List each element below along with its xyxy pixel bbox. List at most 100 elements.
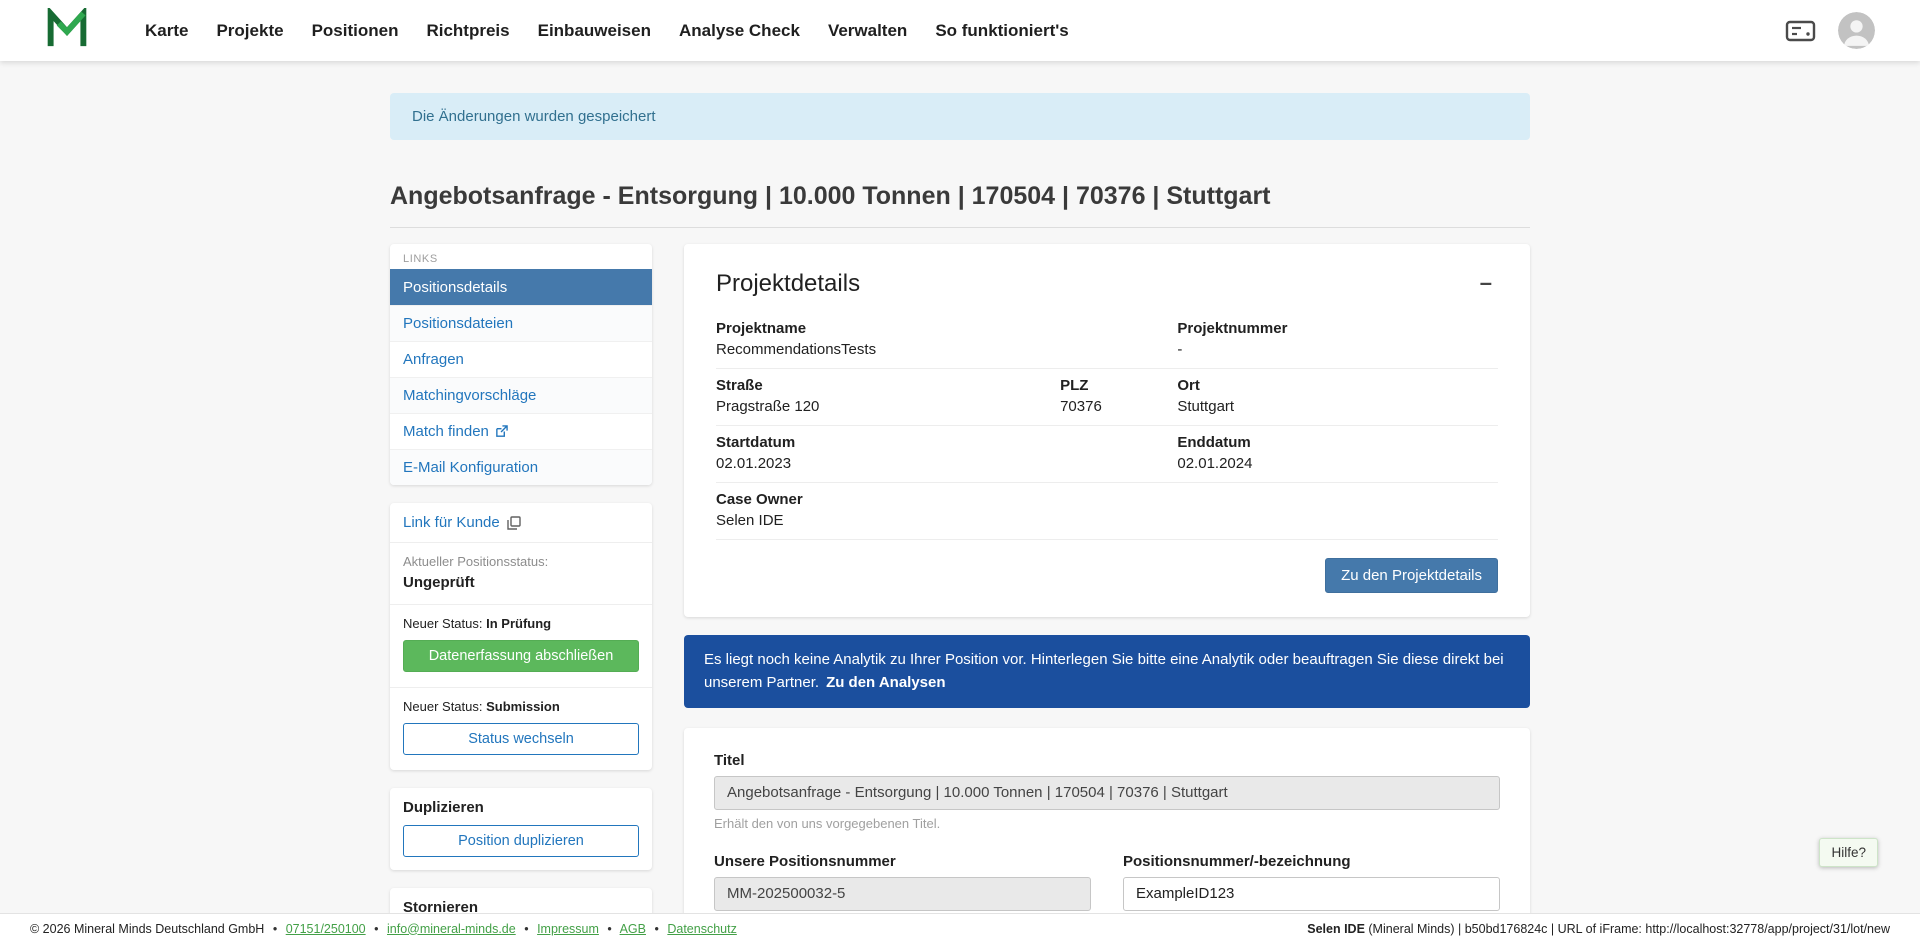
position-form-card: Titel Erhält den von uns vorgegebenen Ti… [684, 728, 1530, 914]
footer-separator: • [524, 922, 528, 936]
plz-value: 70376 [1060, 398, 1177, 416]
ort-label: Ort [1177, 377, 1498, 395]
top-navbar: Karte Projekte Positionen Richtpreis Ein… [0, 0, 1920, 61]
cancel-title: Stornieren [403, 899, 639, 913]
enddatum-value: 02.01.2024 [1177, 455, 1498, 473]
sidebar-item-matchingvorschlaege[interactable]: Matchingvorschläge [390, 377, 652, 413]
switch-status-button[interactable]: Status wechseln [403, 723, 639, 755]
saved-alert: Die Änderungen wurden gespeichert [390, 93, 1530, 140]
case-owner-label: Case Owner [716, 491, 1177, 509]
project-row-owner: Case Owner Selen IDE [716, 483, 1498, 540]
nav-item-verwalten[interactable]: Verwalten [814, 0, 921, 61]
footer: © 2026 Mineral Minds Deutschland GmbH • … [0, 913, 1920, 943]
cancel-card: Stornieren Stornieren▾ [390, 888, 652, 913]
nav-item-so-funktionierts[interactable]: So funktioniert's [921, 0, 1082, 61]
main-content: Projektdetails – Projektname Recommendat… [684, 244, 1530, 913]
posnr-input [714, 877, 1091, 911]
titel-label: Titel [714, 752, 1500, 769]
sidebar-item-email-konfiguration[interactable]: E-Mail Konfiguration [390, 449, 652, 485]
nav-item-positionen[interactable]: Positionen [298, 0, 413, 61]
external-link-icon [495, 425, 508, 438]
footer-separator: • [607, 922, 611, 936]
projektname-label: Projektname [716, 320, 1177, 338]
help-button[interactable]: Hilfe? [1819, 838, 1878, 867]
sidebar-item-positionsdateien[interactable]: Positionsdateien [390, 305, 652, 341]
mineral-minds-logo[interactable] [45, 8, 89, 53]
nav-item-richtpreis[interactable]: Richtpreis [412, 0, 523, 61]
next-status-label-2: Neuer Status: [403, 699, 486, 714]
footer-link-impressum[interactable]: Impressum [537, 922, 599, 936]
projektname-value: RecommendationsTests [716, 341, 1177, 359]
analytics-banner-text: Es liegt noch keine Analytik zu Ihrer Po… [704, 651, 1504, 691]
projektnummer-value: - [1177, 341, 1498, 359]
sidebar: LINKS Positionsdetails Positionsdateien … [390, 244, 652, 913]
footer-link-datenschutz[interactable]: Datenschutz [667, 922, 736, 936]
plz-label: PLZ [1060, 377, 1177, 395]
next-status-block-1: Neuer Status: In Prüfung Datenerfassung … [390, 605, 652, 688]
startdatum-label: Startdatum [716, 434, 1177, 452]
footer-link-email[interactable]: info@mineral-minds.de [387, 922, 516, 936]
title-divider [390, 227, 1530, 228]
footer-link-agb[interactable]: AGB [620, 922, 646, 936]
footer-user: Selen IDE [1307, 922, 1365, 936]
extnr-label: Positionsnummer/-bezeichnung [1123, 853, 1500, 870]
duplicate-card: Duplizieren Position duplizieren [390, 788, 652, 870]
links-header: LINKS [390, 244, 652, 269]
duplicate-title: Duplizieren [403, 799, 639, 816]
nav-item-analyse-check[interactable]: Analyse Check [665, 0, 814, 61]
footer-separator: • [654, 922, 658, 936]
next-status-label: Neuer Status: [403, 616, 486, 631]
projektnummer-label: Projektnummer [1177, 320, 1498, 338]
sidebar-item-anfragen[interactable]: Anfragen [390, 341, 652, 377]
footer-session-rest: (Mineral Minds) | b50bd176824c | URL of … [1365, 922, 1890, 936]
project-details-button[interactable]: Zu den Projektdetails [1325, 558, 1498, 593]
brand-m-icon [45, 8, 89, 53]
next-status-value: In Prüfung [486, 616, 551, 631]
analytics-link[interactable]: Zu den Analysen [826, 674, 945, 691]
next-status-value-2: Submission [486, 699, 560, 714]
project-details-title: Projektdetails [716, 270, 860, 298]
project-row-name: Projektname RecommendationsTests Projekt… [716, 312, 1498, 369]
ort-value: Stuttgart [1177, 398, 1498, 416]
copy-icon [507, 516, 521, 530]
current-status-label: Aktueller Positionsstatus: [403, 554, 639, 569]
titel-help: Erhält den von uns vorgegebenen Titel. [714, 816, 1500, 831]
current-status-value: Ungeprüft [403, 574, 639, 591]
footer-left: © 2026 Mineral Minds Deutschland GmbH • … [30, 922, 737, 936]
footer-link-phone[interactable]: 07151/250100 [286, 922, 366, 936]
analytics-banner: Es liegt noch keine Analytik zu Ihrer Po… [684, 635, 1530, 708]
footer-copyright: © 2026 Mineral Minds Deutschland GmbH [30, 922, 264, 936]
nav-item-karte[interactable]: Karte [131, 0, 202, 61]
posnr-label: Unsere Positionsnummer [714, 853, 1091, 870]
complete-data-entry-button[interactable]: Datenerfassung abschließen [403, 640, 639, 672]
project-details-card: Projektdetails – Projektname Recommendat… [684, 244, 1530, 617]
customer-link[interactable]: Link für Kunde [390, 503, 652, 543]
current-status-block: Aktueller Positionsstatus: Ungeprüft [390, 543, 652, 605]
strasse-label: Straße [716, 377, 1060, 395]
enddatum-label: Enddatum [1177, 434, 1498, 452]
status-card: Link für Kunde Aktueller Positionsstatus… [390, 503, 652, 770]
footer-session-info: Selen IDE (Mineral Minds) | b50bd176824c… [1307, 922, 1890, 936]
extnr-input[interactable] [1123, 877, 1500, 911]
project-row-dates: Startdatum 02.01.2023 Enddatum 02.01.202… [716, 426, 1498, 483]
startdatum-value: 02.01.2023 [716, 455, 1177, 473]
page-body: Die Änderungen wurden gespeichert Angebo… [0, 61, 1920, 913]
titel-input [714, 776, 1500, 810]
duplicate-position-button[interactable]: Position duplizieren [403, 825, 639, 857]
nav-item-einbauweisen[interactable]: Einbauweisen [524, 0, 665, 61]
sidebar-item-match-finden[interactable]: Match finden [390, 413, 652, 449]
project-row-address: Straße Pragstraße 120 PLZ 70376 Ort Stut… [716, 369, 1498, 426]
sidebar-item-positionsdetails[interactable]: Positionsdetails [390, 269, 652, 305]
page-title: Angebotsanfrage - Entsorgung | 10.000 To… [390, 182, 1530, 211]
server-icon[interactable] [1785, 19, 1816, 43]
case-owner-value: Selen IDE [716, 512, 1177, 530]
footer-separator: • [374, 922, 378, 936]
strasse-value: Pragstraße 120 [716, 398, 1060, 416]
links-card: LINKS Positionsdetails Positionsdateien … [390, 244, 652, 485]
user-avatar[interactable] [1838, 12, 1875, 49]
footer-separator: • [273, 922, 277, 936]
nav-item-projekte[interactable]: Projekte [202, 0, 297, 61]
collapse-icon[interactable]: – [1474, 270, 1498, 296]
next-status-block-2: Neuer Status: Submission Status wechseln [390, 688, 652, 770]
saved-alert-text: Die Änderungen wurden gespeichert [412, 108, 656, 125]
